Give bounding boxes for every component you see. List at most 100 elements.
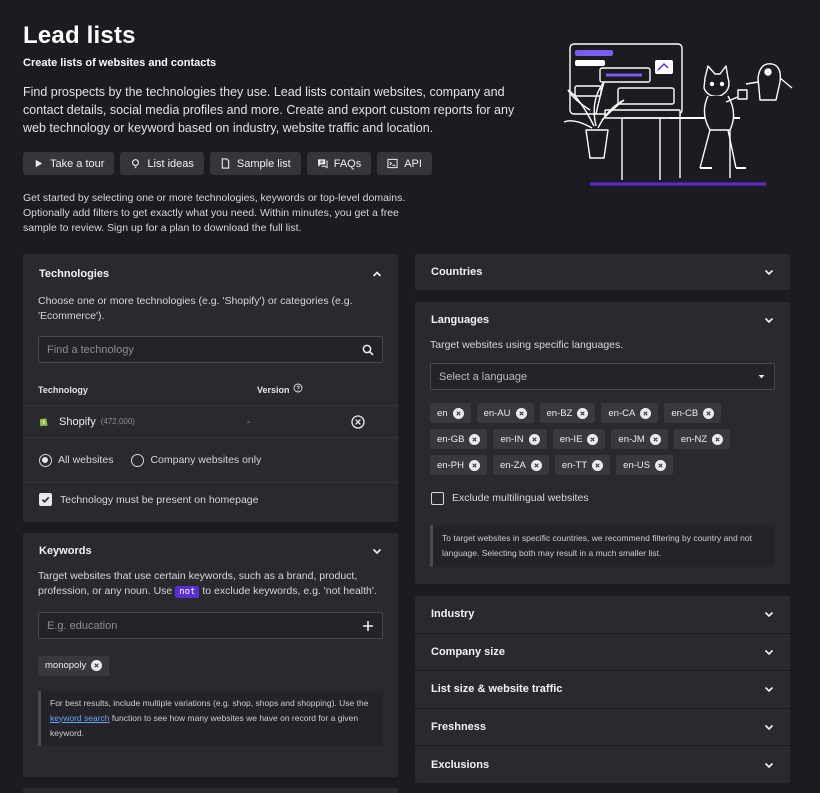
language-tag-label: en-CA — [608, 407, 636, 419]
countries-title: Countries — [431, 266, 483, 278]
chevron-up-icon[interactable] — [372, 269, 382, 279]
chevron-down-icon[interactable] — [764, 315, 774, 325]
technology-search-input[interactable]: Find a technology — [38, 336, 383, 363]
caret-down-icon[interactable] — [757, 372, 766, 381]
technologies-title: Technologies — [39, 268, 110, 280]
language-tag[interactable]: en — [430, 403, 471, 423]
chevron-down-icon[interactable] — [764, 684, 774, 694]
button-label: Sample list — [236, 157, 291, 170]
chevron-down-icon[interactable] — [764, 267, 774, 277]
faqs-button[interactable]: FAQs — [306, 152, 372, 175]
language-tag[interactable]: en-BZ — [539, 403, 596, 423]
filter-company-size[interactable]: Company size — [415, 634, 790, 671]
keywords-description: Target websites that use certain keyword… — [23, 569, 398, 600]
take-a-tour-button[interactable]: Take a tour — [23, 152, 115, 175]
language-tag[interactable]: en-IE — [552, 429, 606, 449]
language-tag[interactable]: en-US — [616, 455, 674, 475]
close-icon[interactable] — [530, 459, 542, 471]
language-tag[interactable]: en-ZA — [492, 455, 549, 475]
languages-title: Languages — [431, 314, 490, 326]
column-technology: Technology — [38, 385, 88, 395]
close-icon[interactable] — [91, 660, 103, 671]
close-icon[interactable] — [577, 407, 589, 419]
remove-icon[interactable] — [351, 414, 365, 429]
language-tag[interactable]: en-AU — [476, 403, 534, 423]
language-select[interactable]: Select a language — [430, 363, 775, 390]
hero-illustration — [563, 43, 793, 186]
keyword-search-link[interactable]: keyword search — [50, 713, 110, 723]
language-tag-label: en-BZ — [546, 407, 573, 419]
language-tag-label: en-US — [623, 459, 651, 471]
chevron-down-icon[interactable] — [372, 546, 382, 556]
chevron-down-icon[interactable] — [764, 722, 774, 732]
search-icon[interactable] — [362, 344, 374, 356]
keyword-tag-label: monopoly — [45, 660, 87, 671]
sample-list-button[interactable]: Sample list — [209, 152, 301, 175]
document-icon — [221, 158, 230, 169]
filter-label: Freshness — [431, 720, 487, 733]
help-icon[interactable] — [293, 383, 303, 393]
keywords-header[interactable]: Keywords — [23, 533, 398, 569]
filter-industry[interactable]: Industry — [415, 596, 790, 634]
exclude-multilingual-label: Exclude multilingual websites — [452, 492, 589, 504]
list-ideas-button[interactable]: List ideas — [120, 152, 204, 175]
close-icon[interactable] — [528, 433, 540, 445]
language-tag[interactable]: en-CA — [601, 403, 659, 423]
filter-label: Exclusions — [431, 758, 490, 771]
button-label: List ideas — [147, 157, 194, 170]
language-tag[interactable]: en-TT — [554, 455, 611, 475]
homepage-checkbox[interactable] — [39, 493, 52, 506]
keyword-tag[interactable]: monopoly — [38, 655, 110, 676]
close-icon[interactable] — [712, 433, 724, 445]
chevron-down-icon[interactable] — [764, 647, 774, 657]
technologies-header[interactable]: Technologies — [23, 254, 398, 294]
radio-checked[interactable] — [39, 453, 52, 467]
close-icon[interactable] — [469, 433, 481, 445]
exclude-multilingual-row[interactable]: Exclude multilingual websites — [415, 485, 790, 511]
hero: Lead lists Create lists of websites and … — [23, 22, 523, 236]
language-tag[interactable]: en-CB — [664, 403, 722, 423]
close-icon[interactable] — [655, 459, 667, 471]
close-icon[interactable] — [587, 433, 599, 445]
radio-company-websites[interactable]: Company websites only — [131, 453, 261, 467]
chevron-down-icon[interactable] — [764, 609, 774, 619]
close-icon[interactable] — [640, 407, 652, 419]
radio-unchecked[interactable] — [131, 453, 145, 467]
close-icon[interactable] — [452, 407, 464, 419]
keyword-input[interactable]: E.g. education — [38, 612, 383, 639]
table-row: Shopify (472,000) - — [23, 405, 398, 438]
filter-exclusions[interactable]: Exclusions — [415, 746, 790, 783]
language-tags: en en-AU en-BZ en-CA en-CB en-GB en-IN e… — [415, 403, 775, 475]
language-tag[interactable]: en-NZ — [673, 429, 731, 449]
close-icon[interactable] — [515, 407, 527, 419]
chevron-down-icon[interactable] — [764, 760, 774, 770]
filter-label: List size & website traffic — [431, 683, 563, 696]
page-subtitle: Create lists of websites and contacts — [23, 57, 217, 69]
languages-header[interactable]: Languages — [415, 302, 790, 338]
close-icon[interactable] — [703, 407, 715, 419]
filter-freshness[interactable]: Freshness — [415, 709, 790, 746]
countries-header[interactable]: Countries — [415, 254, 790, 290]
language-tag[interactable]: en-JM — [611, 429, 668, 449]
language-tag[interactable]: en-GB — [430, 429, 488, 449]
language-tag-label: en-TT — [561, 459, 588, 471]
language-tag[interactable]: en-IN — [493, 429, 547, 449]
close-icon[interactable] — [649, 433, 661, 445]
keyword-placeholder: E.g. education — [47, 619, 118, 632]
language-tag-label: en-IN — [500, 433, 524, 445]
language-tag[interactable]: en-PH — [430, 455, 487, 475]
language-tag-label: en-NZ — [680, 433, 708, 445]
technology-table-header: Technology Version — [23, 383, 398, 397]
close-icon[interactable] — [592, 459, 604, 471]
exclude-multilingual-checkbox[interactable] — [431, 491, 444, 505]
technology-count: (472,000) — [100, 417, 135, 426]
close-icon[interactable] — [468, 459, 480, 471]
keyword-tip: For best results, include multiple varia… — [38, 690, 383, 746]
filter-list-size-traffic[interactable]: List size & website traffic — [415, 671, 790, 709]
get-started-text: Get started by selecting one or more tec… — [23, 192, 406, 234]
homepage-checkbox-row[interactable]: Technology must be present on homepage — [23, 482, 398, 516]
keyword-tags: monopoly — [23, 655, 398, 676]
plus-icon[interactable] — [362, 620, 374, 632]
radio-all-websites[interactable]: All websites — [39, 453, 113, 467]
api-button[interactable]: API — [377, 152, 432, 175]
